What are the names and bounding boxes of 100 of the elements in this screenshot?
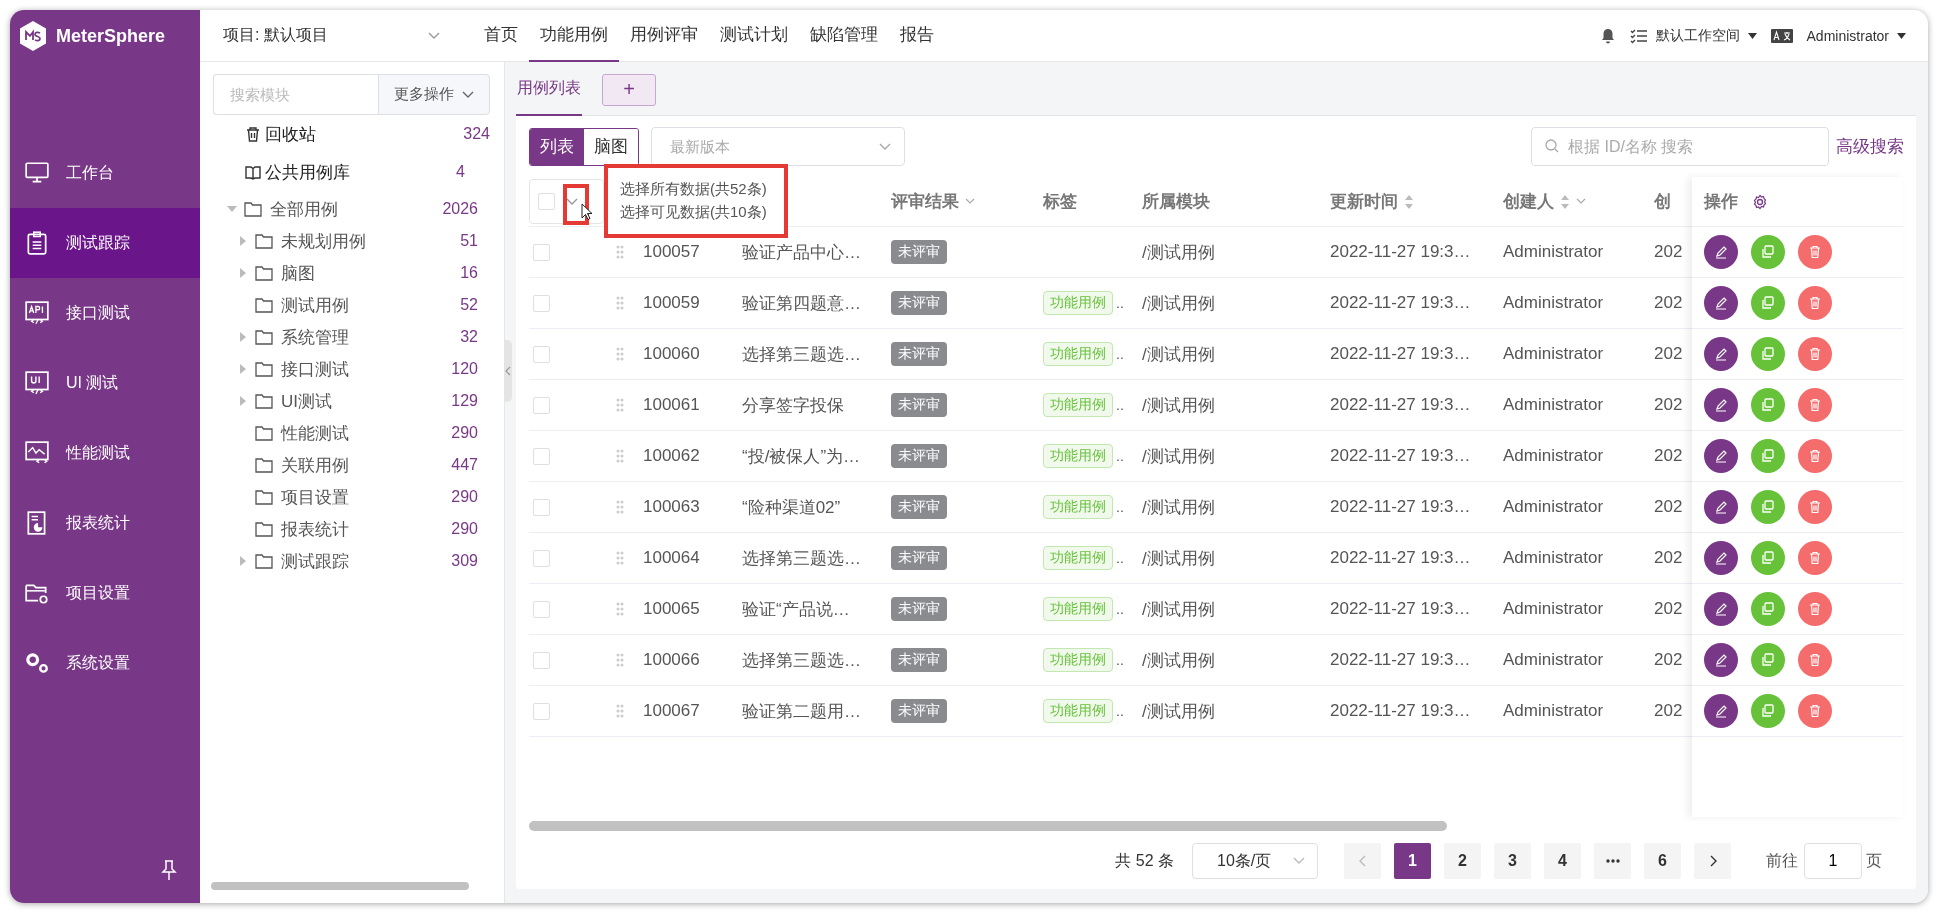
checkbox[interactable]: [538, 193, 555, 210]
tree-node[interactable]: 关联用例 447: [237, 449, 490, 481]
project-select[interactable]: 项目: 默认项目: [213, 25, 450, 46]
edit-button[interactable]: [1704, 337, 1738, 371]
delete-button[interactable]: [1798, 490, 1832, 524]
edit-button[interactable]: [1704, 694, 1738, 728]
nav-tab[interactable]: 用例评审: [619, 10, 709, 62]
sidebar-item[interactable]: UI 测试: [10, 348, 200, 418]
checkbox[interactable]: [533, 651, 550, 669]
tree-node[interactable]: 报表统计 290: [237, 513, 490, 545]
page-button[interactable]: 1: [1394, 843, 1431, 879]
delete-button[interactable]: [1798, 439, 1832, 473]
edit-button[interactable]: [1704, 490, 1738, 524]
nav-tab[interactable]: 测试计划: [709, 10, 799, 62]
tree-node[interactable]: 测试跟踪 309: [237, 545, 490, 577]
delete-button[interactable]: [1798, 235, 1832, 269]
module-link[interactable]: 公共用例库 4: [213, 153, 490, 191]
delete-button[interactable]: [1798, 286, 1832, 320]
edit-button[interactable]: [1704, 286, 1738, 320]
tree-node[interactable]: 性能测试 290: [237, 417, 490, 449]
delete-button[interactable]: [1798, 388, 1832, 422]
tree-node[interactable]: 接口测试 120: [237, 353, 490, 385]
nav-tab[interactable]: 首页: [473, 10, 529, 62]
nav-tab[interactable]: 缺陷管理: [799, 10, 889, 62]
tree-node[interactable]: 项目设置 290: [237, 481, 490, 513]
menu-item[interactable]: 选择所有数据(共52条): [620, 180, 772, 199]
tree-node[interactable]: 脑图 16: [237, 257, 490, 289]
module-search-field[interactable]: 搜索模块: [213, 74, 378, 115]
sidebar-item[interactable]: 测试跟踪: [10, 208, 200, 278]
checkbox[interactable]: [533, 498, 550, 516]
tree-node[interactable]: UI测试 129: [237, 385, 490, 417]
delete-button[interactable]: [1798, 541, 1832, 575]
copy-button[interactable]: [1751, 592, 1785, 626]
copy-button[interactable]: [1751, 235, 1785, 269]
horizontal-scrollbar[interactable]: [211, 882, 469, 890]
page-button[interactable]: 6: [1644, 843, 1681, 879]
module-link[interactable]: 回收站 324: [213, 115, 490, 153]
sidebar-item[interactable]: 性能测试: [10, 418, 200, 488]
notification-button[interactable]: [1599, 27, 1616, 44]
version-select[interactable]: 最新版本: [651, 127, 905, 166]
copy-button[interactable]: [1751, 643, 1785, 677]
next-page-button[interactable]: [1694, 843, 1731, 879]
previous-page-button[interactable]: [1344, 843, 1381, 879]
copy-button[interactable]: [1751, 388, 1785, 422]
edit-button[interactable]: [1704, 235, 1738, 269]
column-settings-button[interactable]: [1752, 193, 1768, 210]
tree-node[interactable]: 全部用例 2026: [213, 193, 490, 225]
checkbox[interactable]: [533, 702, 550, 720]
advanced-search-link[interactable]: 高级搜索: [1836, 135, 1904, 158]
copy-button[interactable]: [1751, 439, 1785, 473]
sidebar-item[interactable]: 工作台: [10, 138, 200, 208]
delete-button[interactable]: [1798, 694, 1832, 728]
copy-button[interactable]: [1751, 541, 1785, 575]
tree-node[interactable]: 系统管理 32: [237, 321, 490, 353]
page-button[interactable]: 3: [1494, 843, 1531, 879]
edit-button[interactable]: [1704, 439, 1738, 473]
checkbox[interactable]: [533, 243, 550, 261]
app-logo-text: MeterSphere: [56, 25, 166, 47]
create-time: 202: [1654, 293, 1683, 313]
edit-button[interactable]: [1704, 541, 1738, 575]
nav-tab[interactable]: 报告: [889, 10, 945, 62]
copy-button[interactable]: [1751, 694, 1785, 728]
page-button[interactable]: 4: [1544, 843, 1581, 879]
workspace-select[interactable]: 默认工作空间: [1629, 26, 1757, 45]
copy-button[interactable]: [1751, 490, 1785, 524]
page-number-field[interactable]: 1: [1804, 843, 1862, 879]
edit-button[interactable]: [1704, 592, 1738, 626]
sidebar-item[interactable]: 项目设置: [10, 558, 200, 628]
add-tab-button[interactable]: +: [602, 73, 656, 106]
checkbox[interactable]: [533, 600, 550, 618]
page-button[interactable]: 2: [1444, 843, 1481, 879]
language-button[interactable]: [1770, 28, 1793, 43]
collapse-handle[interactable]: [504, 340, 512, 402]
view-toggle-button[interactable]: 列表: [530, 128, 584, 165]
page-size-select[interactable]: 10条/页: [1192, 843, 1318, 879]
checkbox[interactable]: [533, 294, 550, 312]
checkbox[interactable]: [533, 447, 550, 465]
sidebar-item[interactable]: 系统设置: [10, 628, 200, 698]
more-actions-button[interactable]: 更多操作: [378, 74, 490, 115]
delete-button[interactable]: [1798, 592, 1832, 626]
create-time: 202: [1654, 548, 1683, 568]
tree-node[interactable]: 测试用例 52: [237, 289, 490, 321]
checkbox[interactable]: [533, 396, 550, 414]
horizontal-scrollbar[interactable]: [529, 821, 1447, 831]
delete-button[interactable]: [1798, 643, 1832, 677]
menu-item[interactable]: 选择可见数据(共10条): [620, 203, 772, 222]
checkbox[interactable]: [533, 549, 550, 567]
delete-button[interactable]: [1798, 337, 1832, 371]
sidebar-item[interactable]: 接口测试: [10, 278, 200, 348]
edit-button[interactable]: [1704, 388, 1738, 422]
tree-node[interactable]: 未规划用例 51: [237, 225, 490, 257]
checkbox[interactable]: [533, 345, 550, 363]
user-menu[interactable]: Administrator: [1806, 27, 1906, 44]
copy-button[interactable]: [1751, 286, 1785, 320]
pencil-icon: [1713, 550, 1729, 566]
search-field[interactable]: 根据 ID/名称 搜索: [1531, 127, 1829, 166]
edit-button[interactable]: [1704, 643, 1738, 677]
more-pages-button[interactable]: [1594, 843, 1631, 879]
sidebar-item[interactable]: 报表统计: [10, 488, 200, 558]
copy-button[interactable]: [1751, 337, 1785, 371]
